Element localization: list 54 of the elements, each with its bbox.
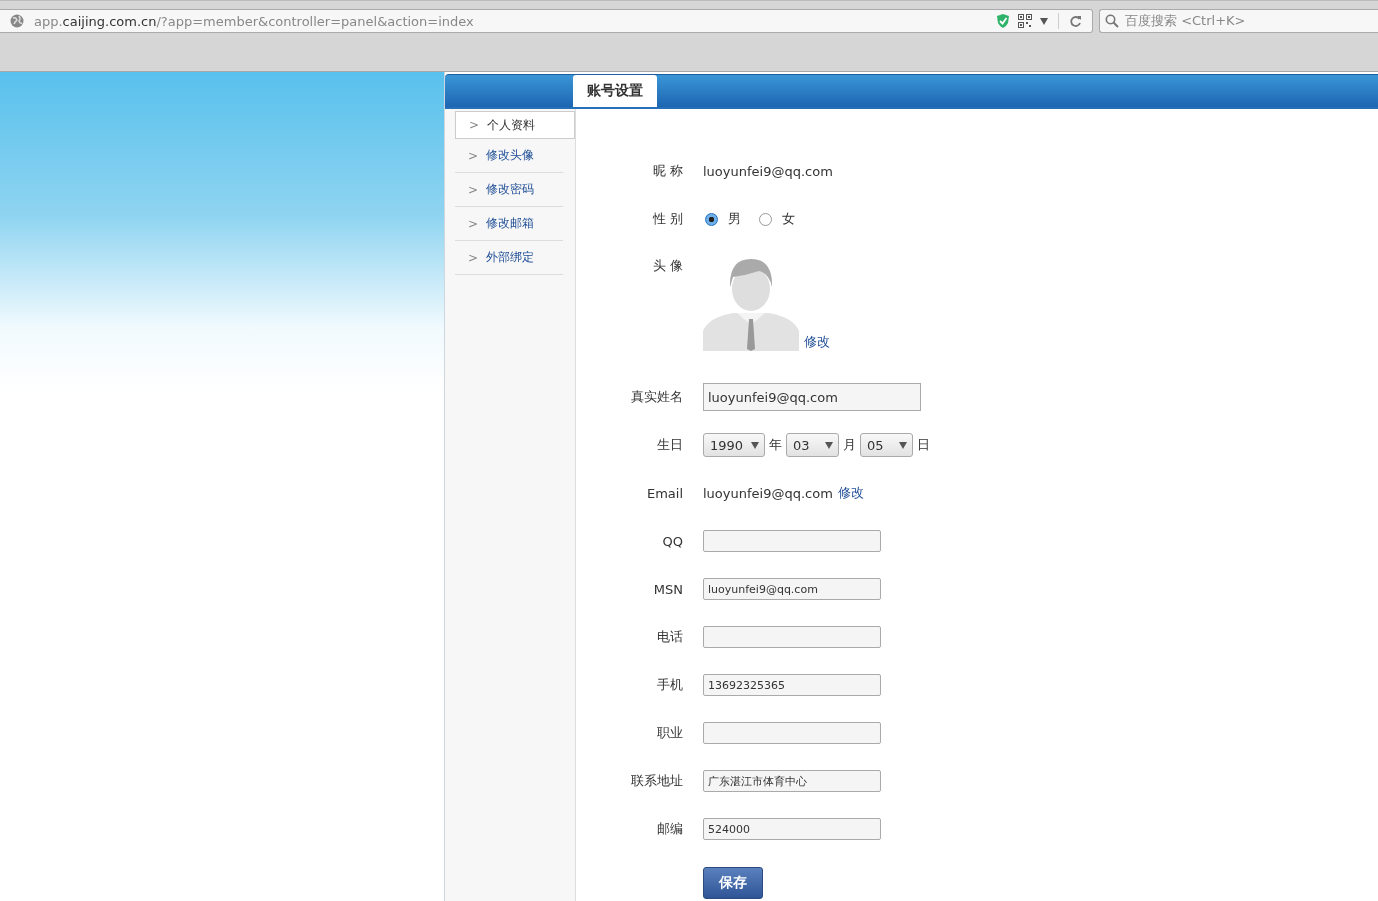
search-field[interactable]: 百度搜索 <Ctrl+K> — [1099, 9, 1378, 33]
text-field[interactable]: 13692325365 — [703, 674, 881, 696]
qr-code-icon[interactable] — [1018, 14, 1032, 28]
address-bar[interactable]: app.caijing.com.cn/?app=member&controller=panel&action=index — [0, 9, 1093, 33]
field-value: luoyunfei9@qq.com — [703, 163, 833, 179]
caret-icon — [899, 441, 908, 449]
unit-label: 年 — [769, 436, 783, 454]
text-field[interactable]: luoyunfei9@qq.com — [703, 383, 921, 411]
settings-tab[interactable]: 账号设置 — [573, 75, 657, 107]
field-label: 生日 — [656, 436, 684, 454]
field-label: 真实姓名 — [630, 388, 684, 406]
field-value: luoyunfei9@qq.com — [703, 485, 833, 501]
sidebar-item[interactable]: > 修改密码 — [455, 173, 563, 207]
field-label: 邮编 — [656, 820, 684, 838]
dropdown[interactable]: 1990 — [703, 433, 766, 457]
edit-link[interactable]: 修改 — [837, 484, 864, 502]
url-text: app.caijing.com.cn/?app=member&controller=panel&action=index — [34, 13, 475, 29]
field-label: Email — [645, 485, 684, 501]
globe-icon — [10, 14, 24, 28]
field-label: MSN — [652, 581, 684, 597]
text-field[interactable] — [703, 722, 881, 744]
sidebar-item[interactable]: > 修改头像 — [455, 139, 563, 173]
caret-icon — [751, 441, 760, 449]
sidebar-item[interactable]: > 个人资料 — [455, 111, 575, 139]
radio-label: 女 — [782, 210, 795, 228]
field-label: 性 别 — [651, 210, 684, 228]
unit-label: 日 — [917, 436, 931, 454]
text-field[interactable] — [703, 626, 881, 648]
text-field[interactable]: 广东湛江市体育中心 — [703, 770, 881, 792]
field-label: 电话 — [656, 628, 684, 646]
shield-icon[interactable] — [996, 13, 1010, 29]
radio-button[interactable] — [705, 212, 718, 226]
field-label: QQ — [661, 533, 684, 549]
text-field[interactable]: 524000 — [703, 818, 881, 840]
edit-link[interactable]: 修改 — [804, 333, 830, 351]
reload-icon[interactable] — [1069, 14, 1082, 28]
sidebar-item[interactable]: > 外部绑定 — [455, 241, 563, 275]
dropdown-icon[interactable] — [1040, 17, 1048, 25]
field-label: 职业 — [656, 724, 684, 742]
field-label: 联系地址 — [630, 772, 684, 790]
radio-button[interactable] — [759, 212, 772, 226]
text-field[interactable] — [703, 530, 881, 552]
dropdown[interactable]: 05 — [860, 433, 914, 457]
search-icon — [1105, 14, 1119, 28]
caret-icon — [825, 441, 834, 449]
field-label: 头 像 — [651, 257, 684, 275]
save-button[interactable]: 保存 — [703, 867, 763, 899]
sidebar-item[interactable]: > 修改邮箱 — [455, 207, 563, 241]
field-label: 昵 称 — [651, 162, 684, 180]
field-label: 手机 — [656, 676, 684, 694]
radio-label: 男 — [728, 210, 741, 228]
dropdown[interactable]: 03 — [786, 433, 840, 457]
text-field[interactable]: luoyunfei9@qq.com — [703, 578, 881, 600]
unit-label: 月 — [843, 436, 857, 454]
